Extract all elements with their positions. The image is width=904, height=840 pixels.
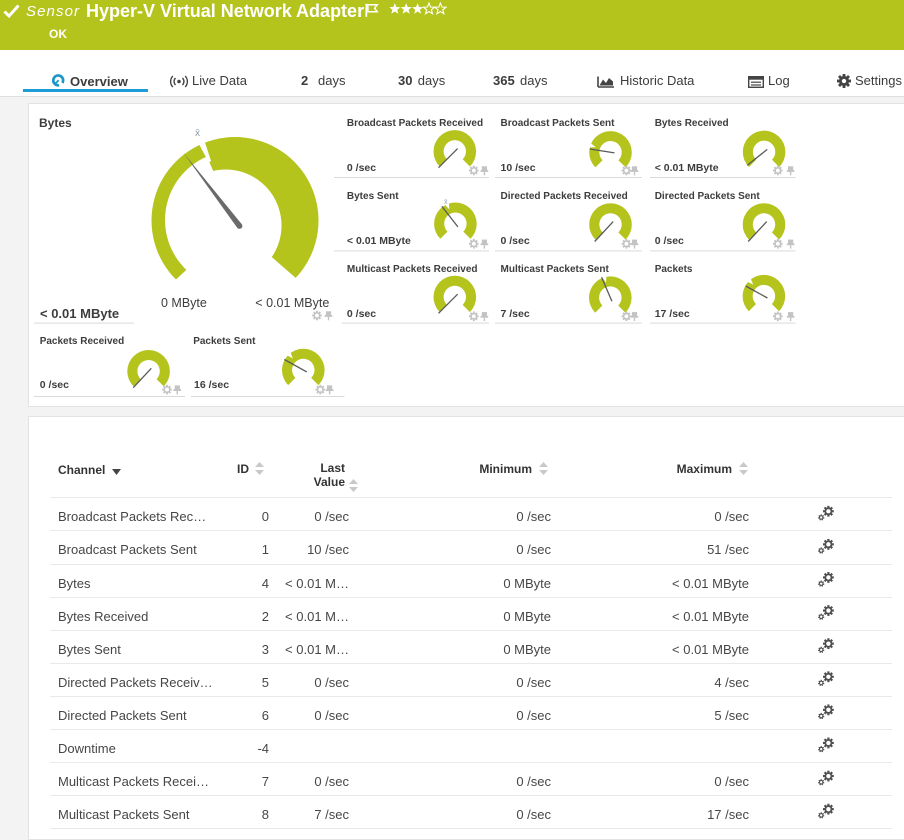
svg-text:x̄: x̄ [444,199,448,206]
